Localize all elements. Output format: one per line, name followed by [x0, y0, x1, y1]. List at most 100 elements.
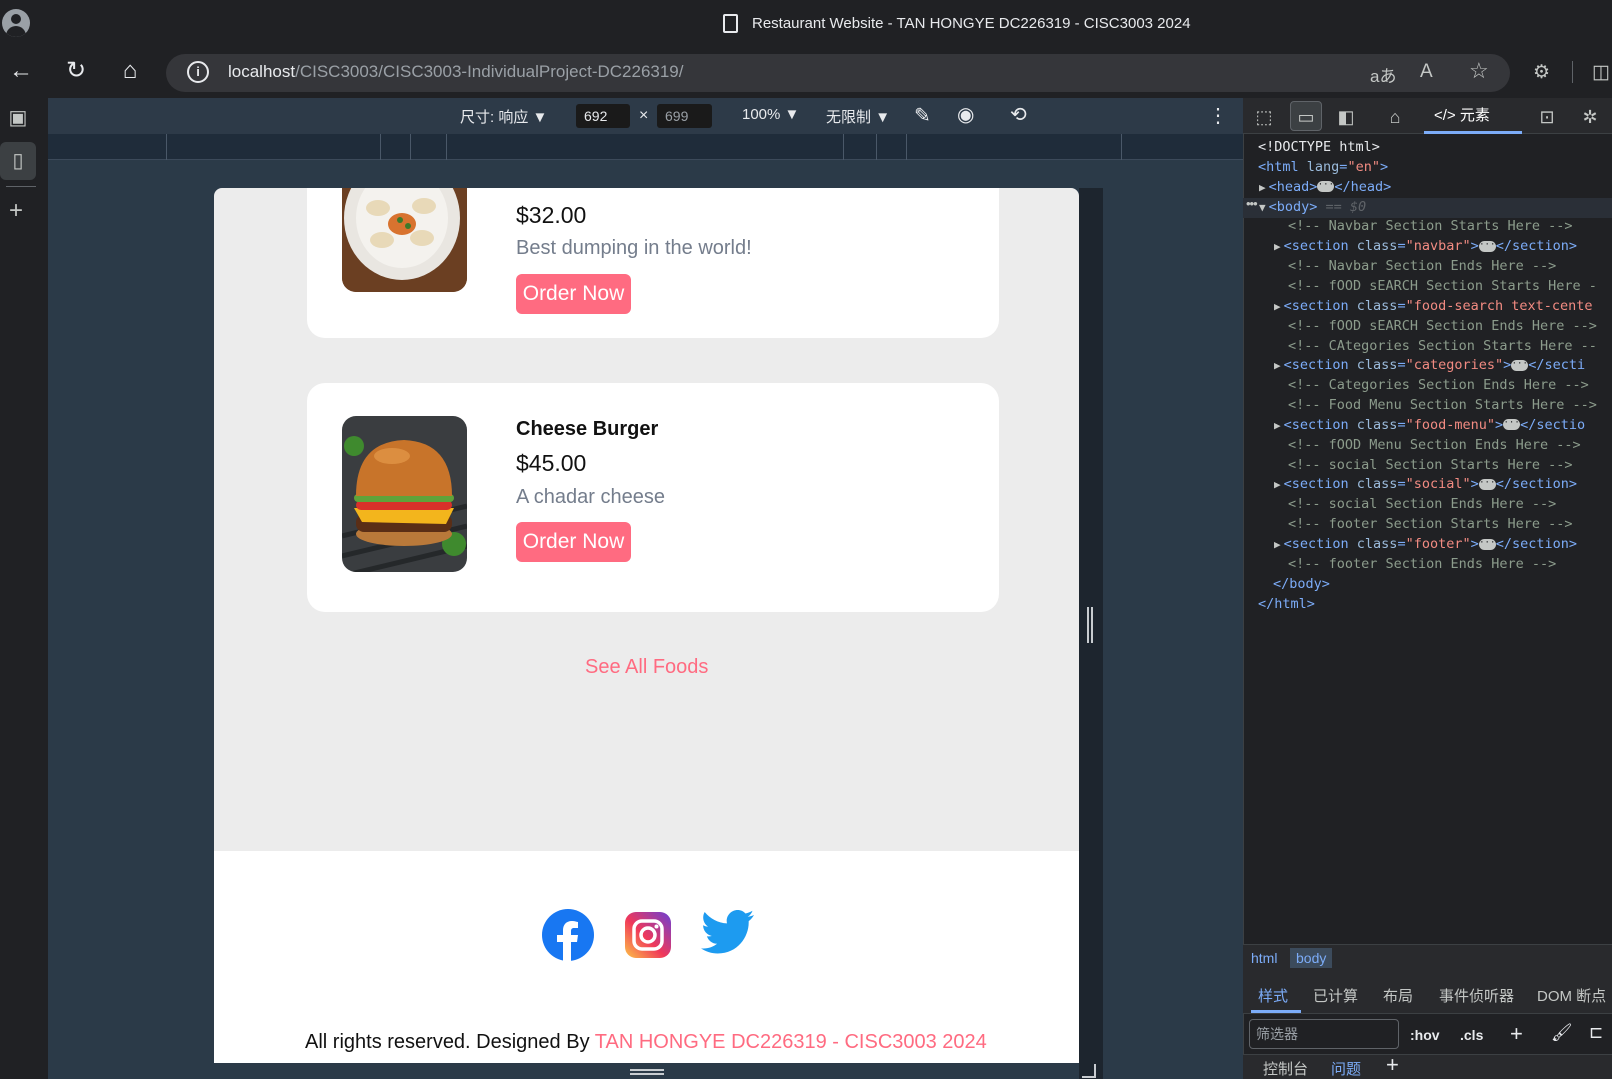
profile-avatar-icon[interactable]	[2, 9, 30, 37]
expand-triangle-icon[interactable]: ▶	[1274, 538, 1281, 551]
expand-triangle-icon[interactable]: ▶	[1274, 359, 1281, 372]
food-description: A chadar cheese	[516, 486, 665, 508]
dom-node-line[interactable]: ▶ <section class="categories">···</secti	[1274, 357, 1585, 373]
node-actions-icon[interactable]: •••	[1246, 196, 1258, 211]
tab-styles[interactable]: 样式	[1258, 985, 1288, 1006]
ruler-tick	[410, 134, 411, 160]
tab-actions-icon[interactable]: ▣	[2, 102, 34, 134]
dom-node-line[interactable]: ▶ <section class="navbar">···</section>	[1274, 238, 1577, 254]
height-input[interactable]: 699	[657, 104, 712, 128]
dom-node-line[interactable]: ▶ <section class="food-menu">···</sectio	[1274, 417, 1585, 433]
site-info-icon[interactable]: i	[187, 61, 209, 83]
tab-console[interactable]: 控制台	[1263, 1058, 1308, 1079]
url-path: /CISC3003/CISC3003-IndividualProject-DC2…	[295, 62, 684, 81]
dom-node-line[interactable]: <!-- Navbar Section Starts Here -->	[1288, 218, 1572, 234]
expand-triangle-icon[interactable]: ▶	[1259, 181, 1266, 194]
debugger-bug-icon[interactable]: ✲	[1576, 104, 1604, 130]
eyedropper-icon[interactable]: ✎	[914, 103, 931, 128]
throttle-dropdown[interactable]: 无限制 ▼	[826, 106, 890, 127]
vision-deficiency-icon[interactable]: ◉	[957, 102, 974, 127]
add-drawer-tab-icon[interactable]: +	[1386, 1052, 1399, 1078]
welcome-home-icon[interactable]: ⌂	[1381, 104, 1409, 130]
url-text[interactable]: localhost/CISC3003/CISC3003-IndividualPr…	[228, 62, 684, 82]
collapsed-ellipsis-icon[interactable]: ···	[1478, 240, 1496, 252]
home-icon[interactable]: ⌂	[114, 59, 146, 83]
favorite-star-icon[interactable]: ☆	[1469, 58, 1489, 84]
more-options-icon[interactable]: ⋮	[1208, 103, 1228, 128]
add-rule-icon[interactable]: +	[1510, 1021, 1523, 1047]
split-screen-icon[interactable]: ◫	[1592, 61, 1610, 84]
dom-node-line[interactable]: <!-- Food Menu Section Starts Here -->	[1288, 397, 1597, 413]
expand-triangle-icon[interactable]: ▶	[1274, 478, 1281, 491]
dom-node-line[interactable]: <!-- CAtegories Section Starts Here --	[1288, 338, 1597, 354]
order-now-button[interactable]: Order Now	[516, 522, 631, 562]
dom-node-line[interactable]: <!DOCTYPE html>	[1258, 139, 1380, 155]
tab-event-listeners[interactable]: 事件侦听器	[1439, 985, 1514, 1006]
extensions-icon[interactable]: ⚙	[1533, 61, 1550, 84]
expand-triangle-icon[interactable]: ▼	[1259, 201, 1266, 214]
device-toolbar-icon[interactable]: ▭	[1292, 104, 1320, 130]
instagram-icon[interactable]	[625, 912, 671, 958]
bottom-resize-grip[interactable]	[630, 1069, 664, 1075]
zoom-dropdown[interactable]: 100% ▼	[742, 106, 799, 123]
collapsed-ellipsis-icon[interactable]: ···	[1511, 359, 1529, 371]
corner-resize-icon[interactable]	[1082, 1064, 1096, 1078]
translate-icon[interactable]: aあ	[1370, 62, 1396, 87]
read-aloud-icon[interactable]: A	[1420, 61, 1433, 83]
dom-node-line[interactable]: <!-- social Section Starts Here -->	[1288, 457, 1572, 473]
tab-issues[interactable]: 问题	[1331, 1058, 1361, 1079]
rotate-icon[interactable]: ⟲	[1010, 102, 1027, 127]
ruler-tick	[380, 134, 381, 160]
collapsed-ellipsis-icon[interactable]: ···	[1478, 478, 1496, 490]
dom-node-line[interactable]: <!-- fOOD sEARCH Section Ends Here -->	[1288, 318, 1597, 334]
tab-computed[interactable]: 已计算	[1313, 985, 1358, 1006]
order-now-button[interactable]: Order Now	[516, 274, 631, 314]
collapsed-ellipsis-icon[interactable]: ···	[1317, 181, 1335, 193]
dom-node-line[interactable]: ▶ <head>···</head>	[1259, 179, 1391, 195]
collapsed-ellipsis-icon[interactable]: ···	[1503, 419, 1521, 431]
inspect-element-icon[interactable]: ⬚	[1250, 104, 1278, 130]
toggle-sidebar-icon[interactable]: ⊏	[1589, 1023, 1603, 1043]
dom-node-line[interactable]: <!-- fOOD sEARCH Section Starts Here -	[1288, 278, 1597, 294]
breadcrumb-body[interactable]: body	[1290, 948, 1333, 968]
facebook-icon[interactable]	[542, 909, 594, 961]
reload-icon[interactable]: ↻	[60, 59, 92, 83]
console-icon[interactable]: ⊡	[1533, 104, 1561, 130]
dom-node-line[interactable]: <!-- footer Section Ends Here -->	[1288, 556, 1556, 572]
page-tab-icon[interactable]: ▯	[2, 145, 34, 177]
collapsed-ellipsis-icon[interactable]: ···	[1478, 538, 1496, 550]
breadcrumb-html[interactable]: html	[1245, 948, 1283, 968]
dom-node-line[interactable]: <html lang="en">	[1258, 159, 1388, 175]
paint-brush-icon[interactable]: 🖌	[1551, 1023, 1573, 1043]
resize-handle[interactable]	[1087, 607, 1093, 643]
width-input[interactable]: 692	[576, 104, 630, 128]
cls-toggle[interactable]: .cls	[1460, 1027, 1483, 1043]
dom-node-line[interactable]: <!-- footer Section Starts Here -->	[1288, 516, 1572, 532]
tab-dom-breakpoints[interactable]: DOM 断点	[1537, 985, 1606, 1006]
dimensions-dropdown[interactable]: 尺寸: 响应 ▼	[460, 106, 547, 127]
dom-node-line[interactable]: ▶ <section class="food-search text-cente	[1274, 298, 1593, 314]
new-tab-icon[interactable]: +	[0, 195, 32, 227]
expand-triangle-icon[interactable]: ▶	[1274, 300, 1281, 313]
hov-toggle[interactable]: :hov	[1410, 1027, 1440, 1043]
dom-node-line[interactable]: <!-- fOOD Menu Section Ends Here -->	[1288, 437, 1581, 453]
dom-node-line[interactable]: </html>	[1258, 596, 1315, 612]
dom-node-line[interactable]: ▶ <section class="social">···</section>	[1274, 476, 1577, 492]
dock-side-icon[interactable]: ◧	[1332, 104, 1360, 130]
dom-node-line[interactable]: <!-- Categories Section Ends Here -->	[1288, 377, 1589, 393]
dom-node-line[interactable]: </body>	[1273, 576, 1330, 592]
expand-triangle-icon[interactable]: ▶	[1274, 419, 1281, 432]
dom-node-line[interactable]: <!-- social Section Ends Here -->	[1288, 496, 1556, 512]
footer-author-link[interactable]: TAN HONGYE DC226319 - CISC3003 2024	[595, 1031, 987, 1053]
twitter-icon[interactable]	[701, 910, 755, 956]
ruler-tick	[843, 134, 844, 160]
dom-node-line[interactable]: ▼ <body> == $0	[1259, 199, 1366, 215]
see-all-foods-link[interactable]: See All Foods	[585, 656, 708, 679]
expand-triangle-icon[interactable]: ▶	[1274, 240, 1281, 253]
tab-elements[interactable]: </> 元素	[1424, 98, 1522, 134]
styles-filter-input[interactable]: 筛选器	[1249, 1019, 1399, 1049]
tab-layout[interactable]: 布局	[1383, 985, 1413, 1006]
dom-node-line[interactable]: ▶ <section class="footer">···</section>	[1274, 536, 1577, 552]
back-arrow-icon[interactable]: ←	[5, 59, 37, 83]
dom-node-line[interactable]: <!-- Navbar Section Ends Here -->	[1288, 258, 1556, 274]
